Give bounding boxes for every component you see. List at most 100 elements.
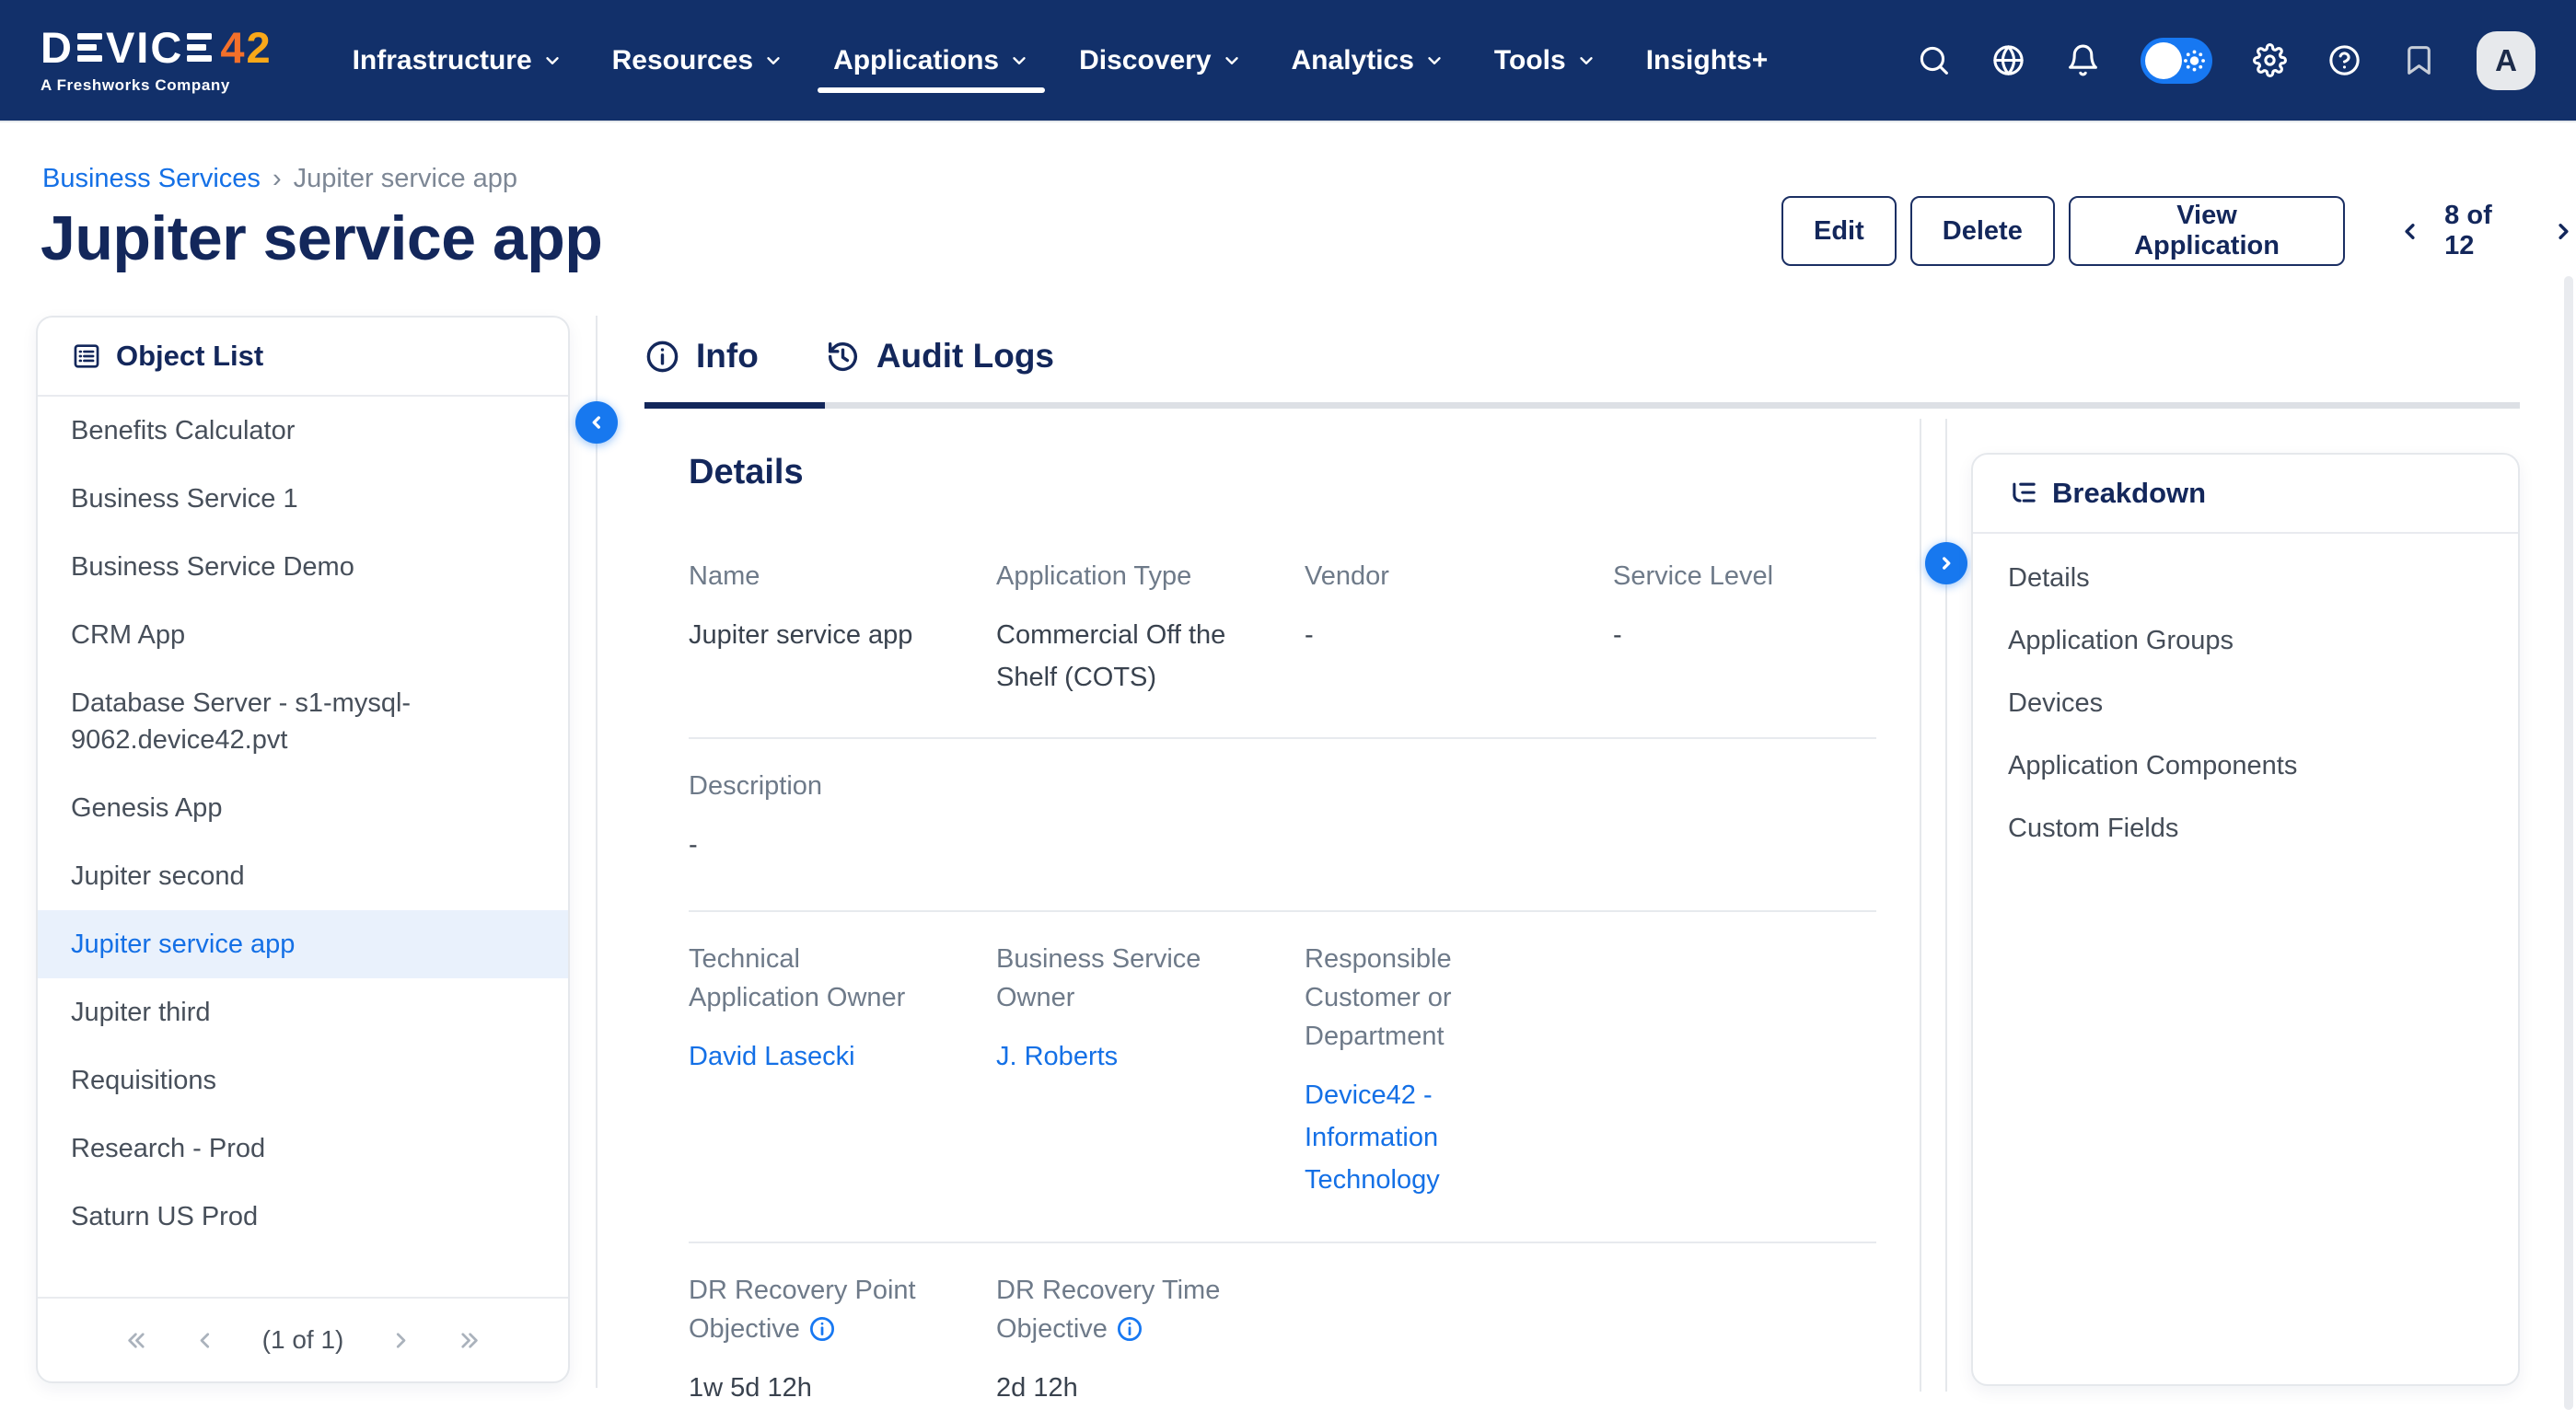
logo-letters-vic: VIC <box>106 26 183 69</box>
list-item[interactable]: Jupiter second <box>38 842 568 910</box>
list-item[interactable]: Database Server - s1-mysql-9062.device42… <box>38 669 568 774</box>
content-divider <box>1920 419 1921 1392</box>
field-label: Application Type <box>996 557 1305 595</box>
list-item[interactable]: Requisitions <box>38 1046 568 1115</box>
search-icon[interactable] <box>1917 43 1951 77</box>
breakdown-panel: Breakdown Details Application Groups Dev… <box>1971 453 2520 1386</box>
nav-discovery[interactable]: Discovery <box>1054 0 1266 121</box>
breakdown-title: Breakdown <box>2052 477 2206 510</box>
active-tab-underline <box>644 402 825 409</box>
chevron-next-icon[interactable] <box>388 1328 412 1353</box>
chevron-prev-icon[interactable] <box>193 1328 218 1353</box>
field-value: 2d 12h <box>996 1367 1305 1409</box>
tab-info[interactable]: Info <box>644 337 759 375</box>
theme-toggle[interactable] <box>2141 38 2212 84</box>
gear-icon[interactable] <box>2253 43 2287 77</box>
field-value: 1w 5d 12h <box>689 1367 996 1409</box>
list-item[interactable]: Research - Prod <box>38 1115 568 1183</box>
field-value: - <box>1305 614 1613 656</box>
details-row-3: Technical Application Owner David Laseck… <box>689 912 1876 1243</box>
tab-audit-logs[interactable]: Audit Logs <box>825 337 1054 375</box>
list-item[interactable]: Business Service Demo <box>38 533 568 601</box>
field-description: Description - <box>689 767 996 866</box>
chevron-down-icon <box>763 51 783 71</box>
field-label: DR Recovery Time Objective <box>996 1271 1226 1348</box>
chevron-left-icon <box>586 412 607 433</box>
device42-app-detail-screen: D VIC 4 2 A Freshworks Company Infrastru… <box>0 0 2576 1421</box>
breakdown-item-details[interactable]: Details <box>1973 547 2518 609</box>
collapse-sidebar-button[interactable] <box>575 401 618 444</box>
nav-analytics[interactable]: Analytics <box>1267 0 1469 121</box>
field-label: Description <box>689 767 996 805</box>
breakdown-item-application-groups[interactable]: Application Groups <box>1973 609 2518 672</box>
breakdown-list: Details Application Groups Devices Appli… <box>1973 534 2518 872</box>
nav-infrastructure[interactable]: Infrastructure <box>328 0 587 121</box>
header-icon-group: A <box>1917 31 2535 90</box>
chevron-down-icon <box>1424 51 1445 71</box>
view-application-button[interactable]: View Application <box>2069 196 2345 266</box>
record-pager-label: 8 of 12 <box>2444 201 2529 261</box>
breadcrumb-business-services[interactable]: Business Services <box>42 164 261 194</box>
breakdown-item-devices[interactable]: Devices <box>1973 672 2518 734</box>
nav-insights-plus[interactable]: Insights+ <box>1621 0 1793 121</box>
field-technical-application-owner: Technical Application Owner David Laseck… <box>689 940 996 1201</box>
list-item[interactable]: Jupiter third <box>38 978 568 1046</box>
breakdown-header: Breakdown <box>1973 455 2518 534</box>
field-label: Responsible Customer or Department <box>1305 940 1470 1056</box>
sun-icon <box>2182 48 2207 73</box>
field-vendor: Vendor - <box>1305 557 1613 699</box>
field-dr-recovery-point-objective: DR Recovery Point Objective 1w 5d 12h <box>689 1271 996 1409</box>
help-icon[interactable] <box>2327 43 2361 77</box>
nav-tools[interactable]: Tools <box>1469 0 1621 121</box>
field-value: - <box>689 824 996 866</box>
object-list-page-label: (1 of 1) <box>262 1325 344 1355</box>
record-pager: 8 of 12 <box>2397 201 2576 261</box>
edit-button[interactable]: Edit <box>1781 196 1897 266</box>
owner-link[interactable]: David Lasecki <box>689 1035 996 1078</box>
avatar[interactable]: A <box>2477 31 2535 90</box>
logo-letter-d: D <box>41 26 74 69</box>
page-actions: Edit Delete View Application 8 of 12 <box>1781 196 2576 266</box>
info-panel: Details Name Jupiter service app Applica… <box>689 453 1876 1421</box>
bookmark-icon[interactable] <box>2402 43 2436 77</box>
chevrons-first-icon[interactable] <box>124 1328 149 1353</box>
chevrons-last-icon[interactable] <box>457 1328 482 1353</box>
device42-logo[interactable]: D VIC 4 2 A Freshworks Company <box>41 26 273 95</box>
device42-logo-word: D VIC 4 2 <box>41 26 273 69</box>
chevron-down-icon <box>1222 51 1242 71</box>
chevron-down-icon <box>542 51 563 71</box>
list-item[interactable]: Business Service 1 <box>38 465 568 533</box>
globe-icon[interactable] <box>1991 43 2025 77</box>
info-icon[interactable] <box>808 1315 836 1343</box>
list-item[interactable]: Benefits Calculator <box>38 397 568 465</box>
breakdown-tree-icon <box>2008 479 2038 509</box>
field-name: Name Jupiter service app <box>689 557 996 699</box>
field-label: Name <box>689 557 996 595</box>
delete-button[interactable]: Delete <box>1910 196 2055 266</box>
breadcrumb-separator: › <box>273 164 282 194</box>
list-item[interactable]: Saturn US Prod <box>38 1183 568 1251</box>
nav-resources[interactable]: Resources <box>587 0 808 121</box>
chevron-right-icon[interactable] <box>2551 219 2576 244</box>
breakdown-item-custom-fields[interactable]: Custom Fields <box>1973 797 2518 860</box>
field-value: - <box>1613 614 1876 656</box>
expand-breakdown-button[interactable] <box>1925 542 1967 584</box>
object-list-header: Object List <box>38 318 568 397</box>
field-responsible-customer: Responsible Customer or Department Devic… <box>1305 940 1613 1201</box>
list-item[interactable]: CRM App <box>38 601 568 669</box>
field-label: Vendor <box>1305 557 1613 595</box>
nav-applications[interactable]: Applications <box>808 0 1054 121</box>
chevron-left-icon[interactable] <box>2397 219 2422 244</box>
field-service-level: Service Level - <box>1613 557 1876 699</box>
list-item-selected[interactable]: Jupiter service app <box>38 910 568 978</box>
breakdown-item-application-components[interactable]: Application Components <box>1973 734 2518 797</box>
list-item[interactable]: Genesis App <box>38 774 568 842</box>
info-icon[interactable] <box>1116 1315 1143 1343</box>
department-link[interactable]: Device42 - Information Technology <box>1305 1074 1470 1201</box>
owner-link[interactable]: J. Roberts <box>996 1035 1305 1078</box>
avatar-initial: A <box>2495 43 2517 78</box>
page-scrollbar[interactable] <box>2564 276 2573 1410</box>
details-row-4: DR Recovery Point Objective 1w 5d 12h DR… <box>689 1243 1876 1421</box>
field-label: DR Recovery Point Objective <box>689 1271 919 1348</box>
bell-icon[interactable] <box>2066 43 2100 77</box>
